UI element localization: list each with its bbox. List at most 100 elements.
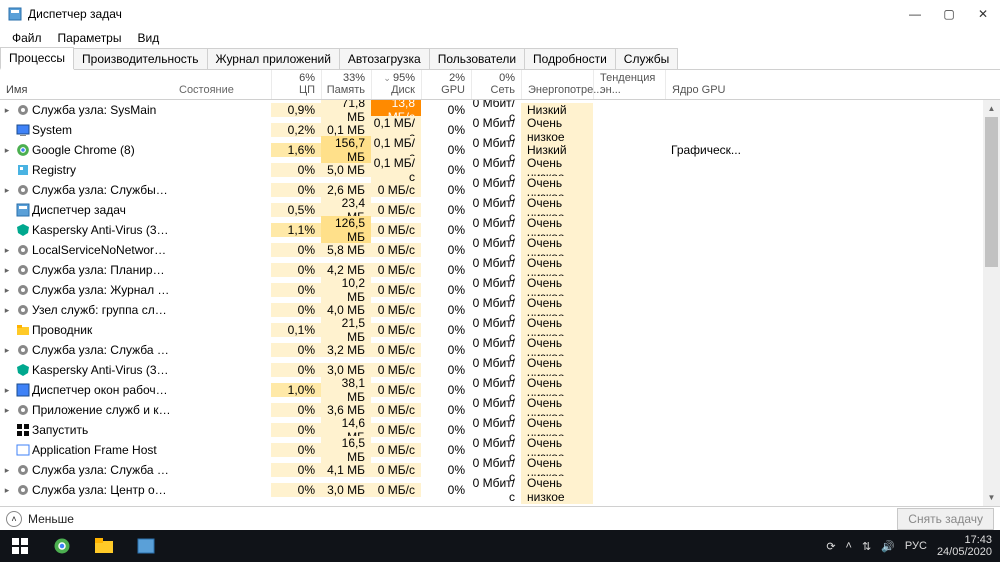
start-button[interactable] bbox=[0, 530, 40, 562]
expand-icon[interactable]: ▸ bbox=[0, 285, 14, 296]
cell-disk: 0 МБ/с bbox=[371, 463, 421, 477]
tray-language[interactable]: РУС bbox=[905, 540, 927, 552]
expand-icon[interactable]: ▸ bbox=[0, 405, 14, 416]
process-name: Диспетчер задач bbox=[32, 203, 175, 217]
cell-energy: Низкий bbox=[521, 143, 593, 157]
tray-volume-icon[interactable]: 🔊 bbox=[881, 540, 895, 553]
expand-icon[interactable]: ▸ bbox=[0, 305, 14, 316]
cell-disk: 0 МБ/с bbox=[371, 203, 421, 217]
cell-mem: 0,1 МБ bbox=[321, 123, 371, 137]
cell-cpu: 0% bbox=[271, 283, 321, 297]
process-icon bbox=[14, 463, 32, 477]
cell-energy: Очень низкое bbox=[521, 476, 593, 504]
chevron-up-icon: ˄ bbox=[6, 511, 22, 527]
scroll-down-button[interactable]: ▼ bbox=[983, 489, 1000, 506]
taskbar-explorer[interactable] bbox=[84, 530, 124, 562]
cell-gpu: 0% bbox=[421, 123, 471, 137]
tab-5[interactable]: Подробности bbox=[524, 48, 616, 69]
close-button[interactable]: ✕ bbox=[966, 0, 1000, 28]
minimize-button[interactable]: — bbox=[898, 0, 932, 28]
taskbar-task-manager[interactable] bbox=[126, 530, 166, 562]
cell-mem: 3,0 МБ bbox=[321, 363, 371, 377]
header-gpu[interactable]: 2% GPU bbox=[421, 70, 471, 99]
cell-mem: 3,6 МБ bbox=[321, 403, 371, 417]
tab-0[interactable]: Процессы bbox=[0, 47, 74, 70]
header-energy[interactable]: Энергопотре... bbox=[521, 70, 593, 99]
process-icon bbox=[14, 323, 32, 337]
expand-icon[interactable]: ▸ bbox=[0, 485, 14, 496]
menu-view[interactable]: Вид bbox=[129, 29, 167, 47]
process-table: ▸Служба узла: SysMain0,9%71,8 МБ13,8 МБ/… bbox=[0, 100, 1000, 506]
task-manager-window: Диспетчер задач — ▢ ✕ Файл Параметры Вид… bbox=[0, 0, 1000, 562]
app-icon bbox=[8, 7, 22, 21]
table-row[interactable]: ▸Служба узла: Центр обновлен...0%3,0 МБ0… bbox=[0, 480, 1000, 500]
cell-disk: 0 МБ/с bbox=[371, 183, 421, 197]
fewer-details-toggle[interactable]: ˄ Меньше bbox=[6, 511, 74, 527]
menu-file[interactable]: Файл bbox=[4, 29, 50, 47]
process-name: Kaspersky Anti-Virus (32 бита) bbox=[32, 363, 175, 377]
expand-icon[interactable]: ▸ bbox=[0, 265, 14, 276]
header-disk[interactable]: ⌄95% Диск bbox=[371, 70, 421, 99]
cell-disk: 0,1 МБ/с bbox=[371, 156, 421, 184]
header-cpu[interactable]: 6% ЦП bbox=[271, 70, 321, 99]
scroll-up-button[interactable]: ▲ bbox=[983, 100, 1000, 117]
tab-6[interactable]: Службы bbox=[615, 48, 678, 69]
process-name: System bbox=[32, 123, 175, 137]
cell-cpu: 0% bbox=[271, 463, 321, 477]
process-name: Google Chrome (8) bbox=[32, 143, 175, 157]
cell-gpu: 0% bbox=[421, 283, 471, 297]
cell-cpu: 0,2% bbox=[271, 123, 321, 137]
header-name[interactable]: Имя bbox=[0, 70, 175, 99]
header-gpu-engine[interactable]: Ядро GPU bbox=[665, 70, 805, 99]
tab-1[interactable]: Производительность bbox=[73, 48, 207, 69]
cell-disk: 0 МБ/с bbox=[371, 423, 421, 437]
cell-mem: 4,2 МБ bbox=[321, 263, 371, 277]
header-mem[interactable]: 33% Память bbox=[321, 70, 371, 99]
expand-icon[interactable]: ▸ bbox=[0, 145, 14, 156]
bottom-bar: ˄ Меньше Снять задачу bbox=[0, 506, 1000, 530]
expand-icon[interactable]: ▸ bbox=[0, 345, 14, 356]
cell-gpu: 0% bbox=[421, 223, 471, 237]
maximize-button[interactable]: ▢ bbox=[932, 0, 966, 28]
header-net[interactable]: 0% Сеть bbox=[471, 70, 521, 99]
tray-clock[interactable]: 17:43 24/05/2020 bbox=[937, 534, 992, 558]
tab-4[interactable]: Пользователи bbox=[429, 48, 525, 69]
cell-gpu: 0% bbox=[421, 423, 471, 437]
end-task-button[interactable]: Снять задачу bbox=[897, 508, 994, 530]
scroll-thumb[interactable] bbox=[985, 117, 998, 267]
cell-gpu: 0% bbox=[421, 163, 471, 177]
expand-icon[interactable]: ▸ bbox=[0, 385, 14, 396]
scroll-track[interactable] bbox=[983, 117, 1000, 489]
process-name: Служба узла: Журнал событи... bbox=[32, 283, 175, 297]
process-name: Диспетчер окон рабочего стола bbox=[32, 383, 175, 397]
tray-sync-icon[interactable]: ⟳ bbox=[826, 540, 835, 553]
taskbar-chrome[interactable] bbox=[42, 530, 82, 562]
expand-icon[interactable]: ▸ bbox=[0, 465, 14, 476]
header-trend[interactable]: Тенденция эн... bbox=[593, 70, 665, 99]
cell-cpu: 0% bbox=[271, 363, 321, 377]
expand-icon[interactable]: ▸ bbox=[0, 245, 14, 256]
cell-cpu: 0% bbox=[271, 443, 321, 457]
cell-disk: 0 МБ/с bbox=[371, 243, 421, 257]
header-status[interactable]: Состояние bbox=[175, 70, 271, 99]
cell-mem: 3,0 МБ bbox=[321, 483, 371, 497]
process-icon bbox=[14, 423, 32, 437]
process-name: Приложение служб и контрол... bbox=[32, 403, 175, 417]
cell-mem: 2,6 МБ bbox=[321, 183, 371, 197]
expand-icon[interactable]: ▸ bbox=[0, 105, 14, 116]
expand-icon[interactable]: ▸ bbox=[0, 185, 14, 196]
cell-gpu: 0% bbox=[421, 303, 471, 317]
process-name: Служба узла: SysMain bbox=[32, 103, 175, 117]
tab-3[interactable]: Автозагрузка bbox=[339, 48, 430, 69]
tray-chevron-up-icon[interactable]: ˄ bbox=[846, 540, 852, 552]
cell-gpu: 0% bbox=[421, 323, 471, 337]
menu-options[interactable]: Параметры bbox=[50, 29, 130, 47]
tray-wifi-icon[interactable]: ⇅ bbox=[862, 540, 871, 553]
cell-disk: 0 МБ/с bbox=[371, 443, 421, 457]
cell-mem: 4,0 МБ bbox=[321, 303, 371, 317]
vertical-scrollbar[interactable]: ▲ ▼ bbox=[983, 100, 1000, 506]
cell-gpu: 0% bbox=[421, 203, 471, 217]
cell-gpu: 0% bbox=[421, 143, 471, 157]
tab-2[interactable]: Журнал приложений bbox=[207, 48, 340, 69]
process-name: LocalServiceNoNetworkFirewall ... bbox=[32, 243, 175, 257]
